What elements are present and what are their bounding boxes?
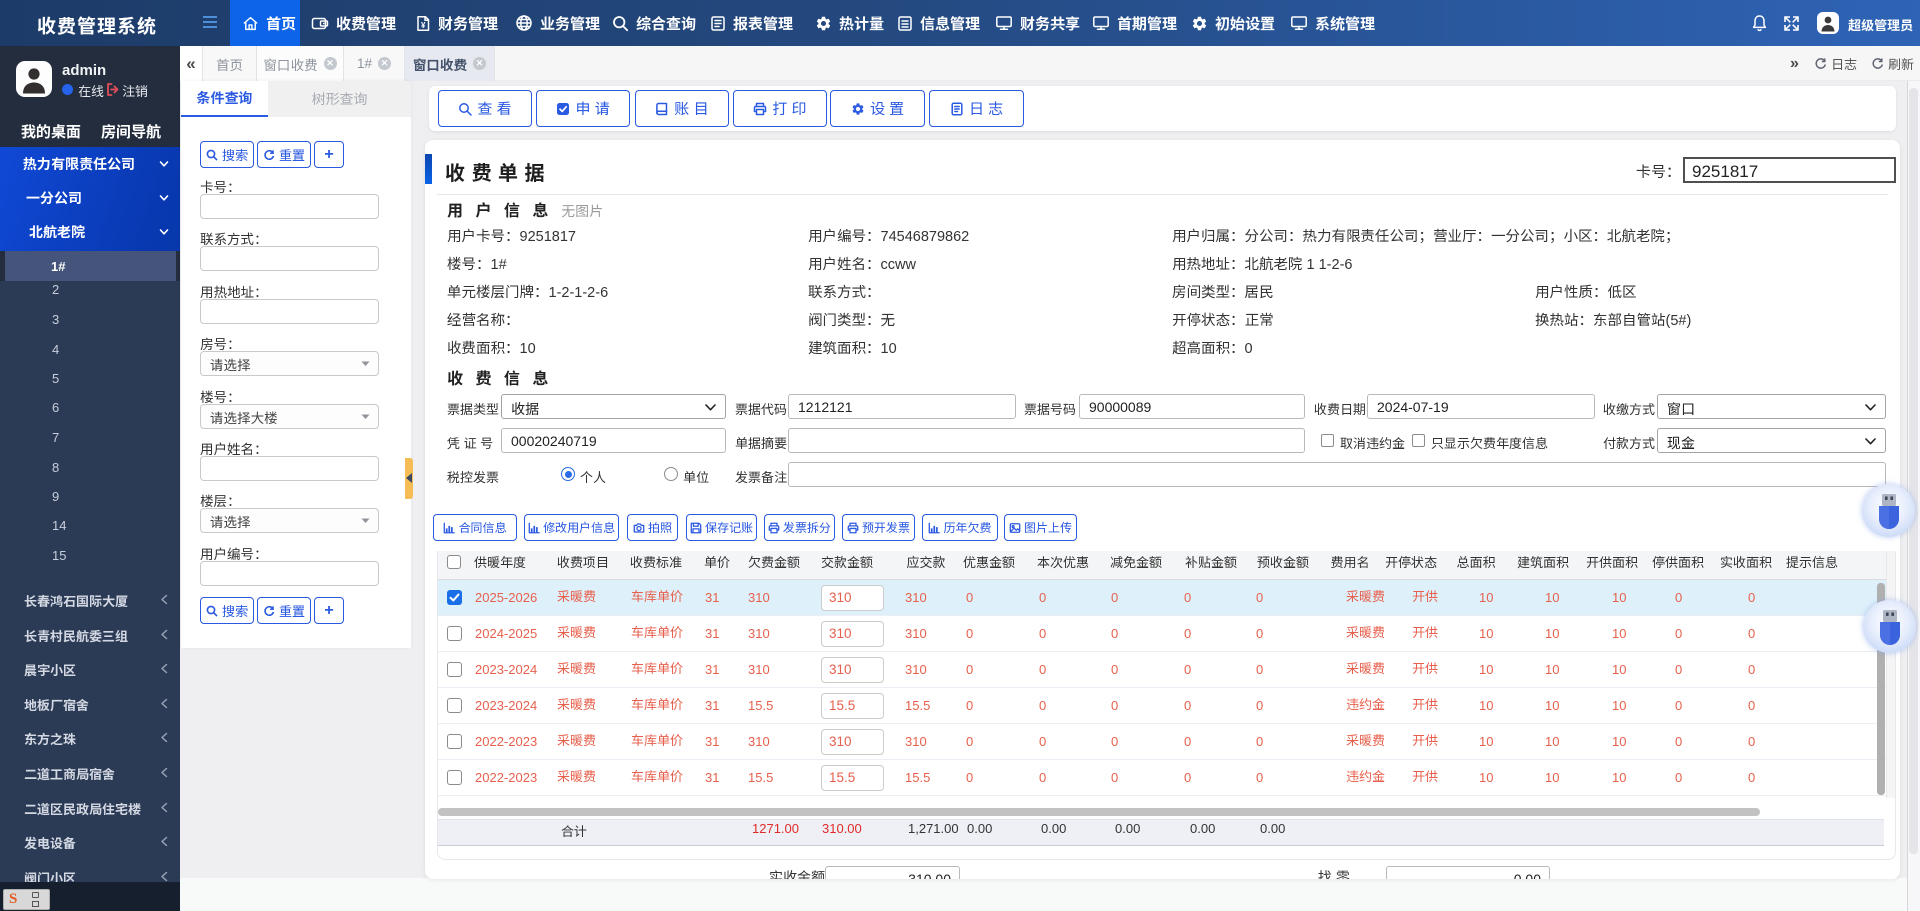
- svg-text:¥: ¥: [421, 20, 426, 29]
